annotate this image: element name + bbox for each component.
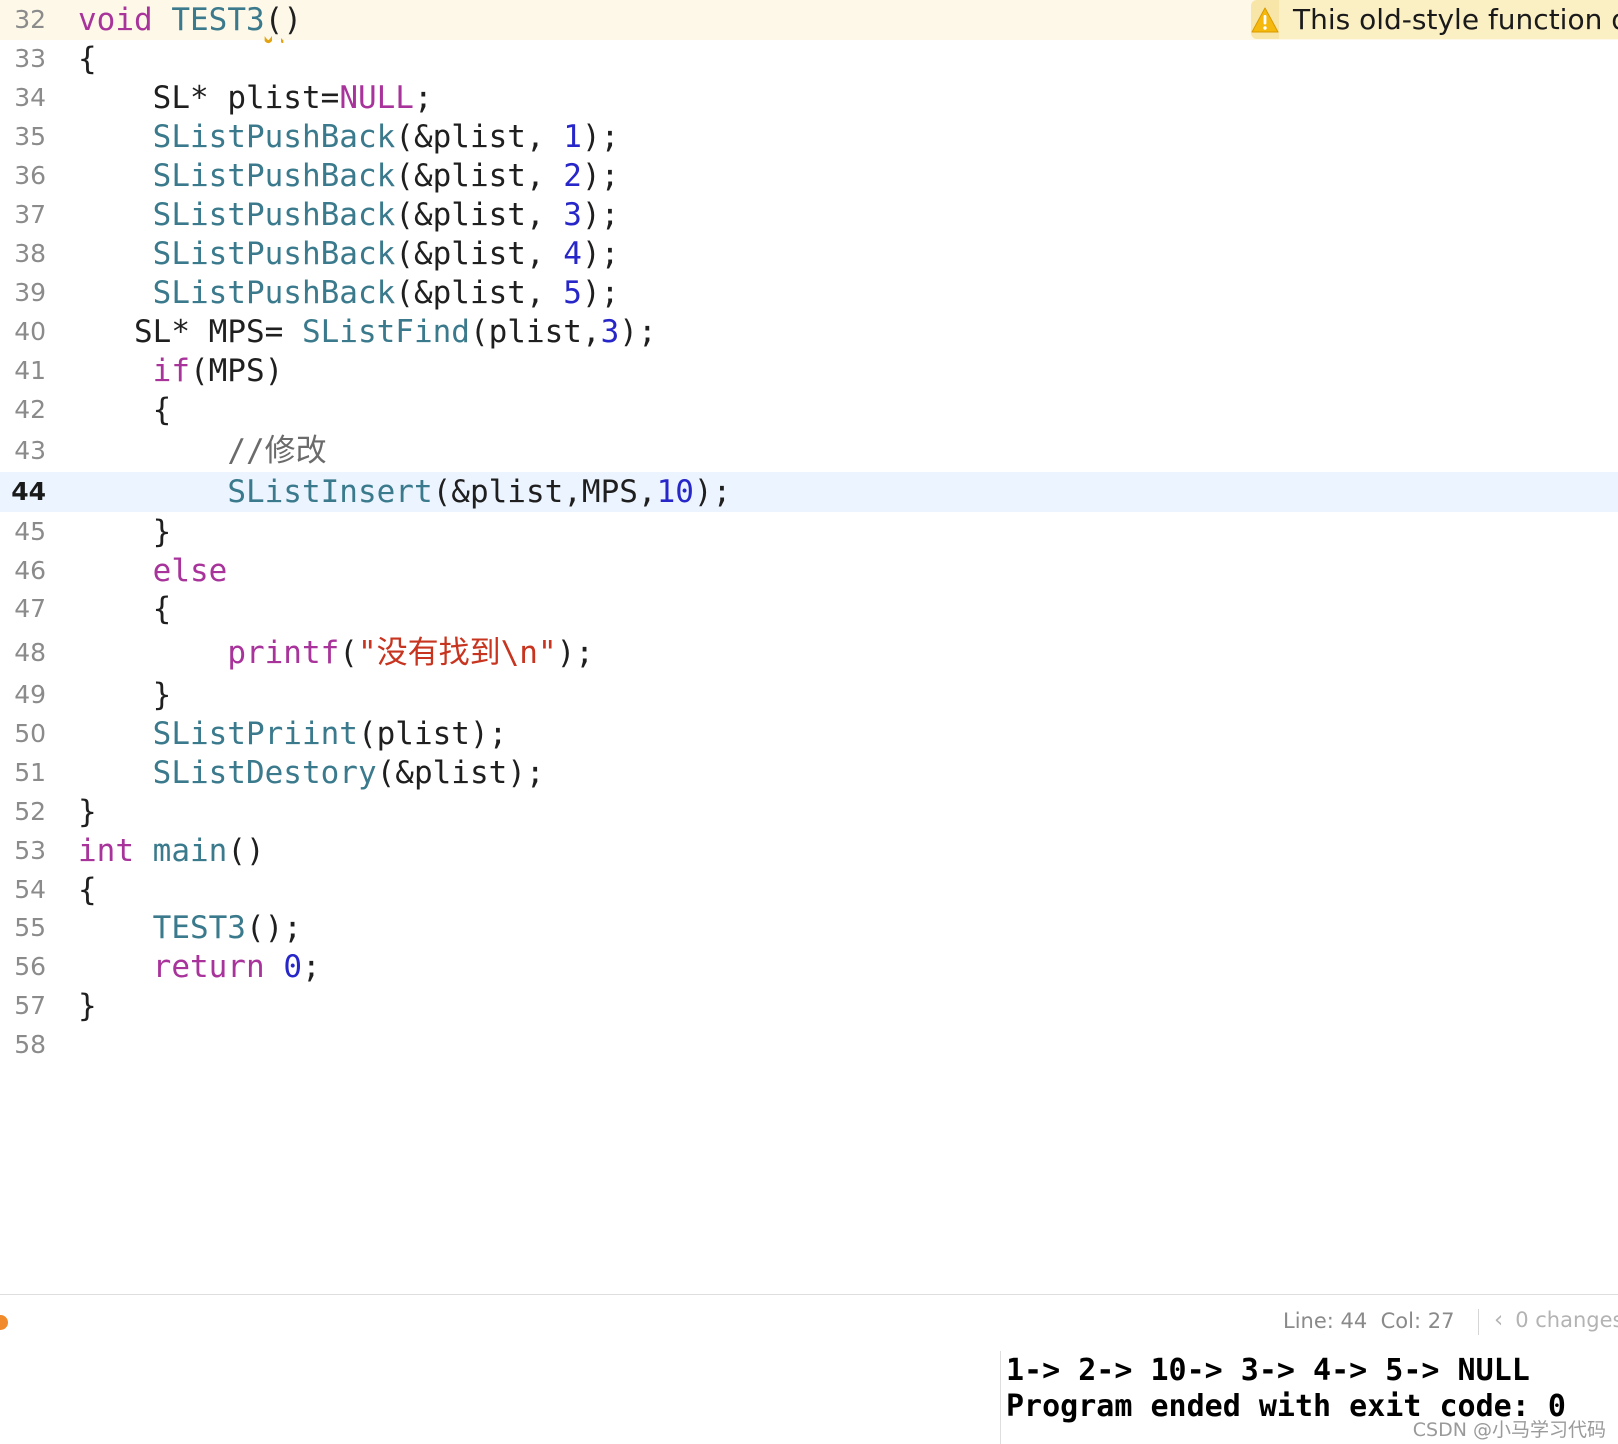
code-line-49[interactable]: 49 } [0,675,1618,715]
code-line-39[interactable]: 39 SListPushBack(&plist, 5); [0,273,1618,313]
code-line-38[interactable]: 38 SListPushBack(&plist, 4); [0,234,1618,274]
line-number: 42 [14,395,46,424]
code-text: SListPushBack(&plist, 3); [152,197,620,233]
code-text: int main() [78,833,265,869]
code-text: SListInsert(&plist,MPS,10); [227,474,732,510]
code-line-45[interactable]: 45 } [0,512,1618,552]
line-number: 34 [14,83,46,112]
code-text: } [152,514,172,550]
code-editor[interactable]: 32 void TEST3() 33 { 34 SL* plist=NULL; … [0,0,1618,1294]
code-text: } [78,794,97,830]
line-number: 57 [14,991,46,1020]
code-line-41[interactable]: 41 if(MPS) [0,351,1618,391]
warning-banner[interactable]: This old-style function definition is no… [1251,0,1618,39]
code-text: SListPriint(plist); [152,716,508,752]
line-number: 52 [14,797,46,826]
line-number: 33 [14,44,46,73]
code-line-37[interactable]: 37 SListPushBack(&plist, 3); [0,195,1618,235]
line-number: 48 [14,638,46,667]
code-line-35[interactable]: 35 SListPushBack(&plist, 1); [0,117,1618,157]
code-text: SL* plist=NULL; [152,80,433,116]
code-line-54[interactable]: 54 { [0,870,1618,910]
code-line-52[interactable]: 52 } [0,792,1618,832]
code-line-33[interactable]: 33 { [0,39,1618,79]
status-bar: Line: 44 Col: 27 ‹ 0 changes [0,1294,1618,1352]
code-line-53[interactable]: 53 int main() [0,831,1618,871]
cursor-position: Line: 44 Col: 27 [1283,1309,1454,1333]
line-number: 51 [14,758,46,787]
code-text: { [78,872,97,908]
line-number: 45 [14,517,46,546]
code-line-57[interactable]: 57 } [0,986,1618,1026]
code-text: } [152,677,172,713]
code-line-56[interactable]: 56 return 0; [0,947,1618,987]
status-divider [1478,1309,1479,1335]
code-text: } [78,988,97,1024]
line-number: 44 [11,477,46,506]
code-text: SListPushBack(&plist, 4); [152,236,620,272]
code-line-46[interactable]: 46 else [0,551,1618,591]
code-line-34[interactable]: 34 SL* plist=NULL; [0,78,1618,118]
code-text: return 0; [152,949,321,985]
warning-message: This old-style function definition is no… [1293,3,1618,36]
line-number: 40 [14,317,46,346]
changes-label: 0 changes [1515,1308,1618,1332]
line-number: 50 [14,719,46,748]
line-number: 37 [14,200,46,229]
code-text: else [152,553,228,589]
line-number: 56 [14,952,46,981]
code-line-51[interactable]: 51 SListDestory(&plist); [0,753,1618,793]
code-text: printf("没有找到\n"); [227,635,594,671]
line-label: Line: 44 [1283,1309,1368,1333]
line-number: 58 [14,1030,46,1059]
code-line-58[interactable]: 58 [0,1025,1618,1065]
code-text: SListPushBack(&plist, 2); [152,158,620,194]
line-number: 54 [14,875,46,904]
changes-navigator[interactable]: ‹ 0 changes [1494,1307,1618,1333]
chevron-left-icon[interactable]: ‹ [1494,1307,1503,1333]
warning-triangle-icon [1251,0,1279,39]
line-number: 46 [14,556,46,585]
col-label: Col: 27 [1380,1309,1455,1333]
line-number: 35 [14,122,46,151]
code-text: SL* MPS= SListFind(plist,3); [134,314,657,350]
code-line-50[interactable]: 50 SListPriint(plist); [0,714,1618,754]
watermark: CSDN @小马学习代码 [1412,1419,1606,1441]
code-text: //修改 [227,433,327,469]
line-number: 49 [14,680,46,709]
code-text: TEST3(); [152,910,302,946]
debug-output-area: 1-> 2-> 10-> 3-> 4-> 5-> NULL Program end… [0,1351,1618,1444]
line-number: 32 [14,5,46,34]
line-number: 36 [14,161,46,190]
code-text: void TEST3() [78,2,302,38]
line-number: 39 [14,278,46,307]
code-line-36[interactable]: 36 SListPushBack(&plist, 2); [0,156,1618,196]
line-number: 55 [14,913,46,942]
code-text: SListDestory(&plist); [152,755,545,791]
line-number: 38 [14,239,46,268]
line-number: 47 [14,594,46,623]
code-line-42[interactable]: 42 { [0,390,1618,430]
status-indicator[interactable] [0,1315,8,1330]
code-text: SListPushBack(&plist, 5); [152,275,620,311]
line-number: 53 [14,836,46,865]
code-line-40[interactable]: 40 SL* MPS= SListFind(plist,3); [0,312,1618,352]
code-line-48[interactable]: 48 printf("没有找到\n"); [0,633,1618,673]
console-line: 1-> 2-> 10-> 3-> 4-> 5-> NULL [1006,1353,1530,1388]
line-number: 43 [14,436,46,465]
code-line-43[interactable]: 43 //修改 [0,431,1618,471]
code-text: if(MPS) [152,353,284,389]
output-divider [1000,1351,1001,1444]
code-text: SListPushBack(&plist, 1); [152,119,620,155]
code-line-47[interactable]: 47 { [0,589,1618,629]
code-text: { [78,41,97,77]
code-text: { [152,392,172,428]
code-line-55[interactable]: 55 TEST3(); [0,908,1618,948]
code-text: { [152,591,172,627]
line-number: 41 [14,356,46,385]
code-line-44[interactable]: 44 SListInsert(&plist,MPS,10); [0,472,1618,512]
